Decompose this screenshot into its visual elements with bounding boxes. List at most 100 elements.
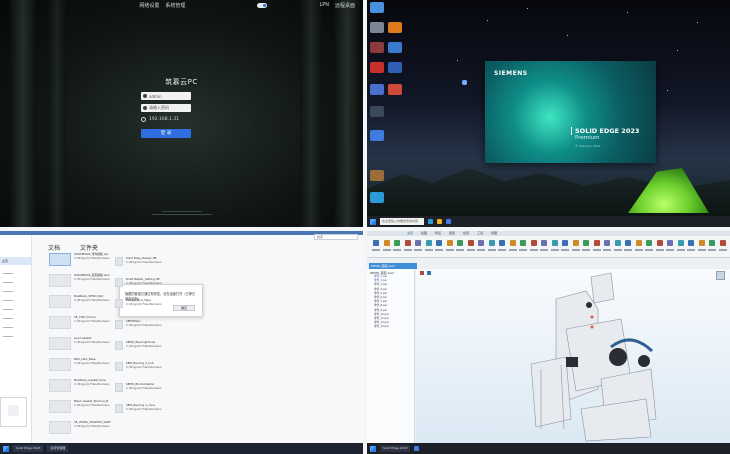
ribbon-button-icon[interactable] bbox=[677, 240, 684, 246]
server-ip-row[interactable]: 192.168.1.31 bbox=[141, 117, 179, 122]
ribbon-button-icon[interactable] bbox=[551, 240, 558, 246]
ribbon-button-icon[interactable] bbox=[457, 240, 463, 246]
file-item[interactable]: SEMO_BlockAdapter C:/Program Files/Siemen… bbox=[115, 382, 162, 392]
taskbar-app-icon[interactable] bbox=[414, 446, 420, 451]
sidebar-item[interactable] bbox=[3, 273, 13, 274]
windows-start-icon[interactable] bbox=[370, 218, 376, 225]
file-item[interactable]: SEMO_BearingHouse C:/Program Files/Siemen… bbox=[115, 340, 162, 350]
ribbon-button-icon[interactable] bbox=[488, 240, 495, 246]
view-tool-icon[interactable] bbox=[420, 271, 424, 275]
ribbon-button-icon[interactable] bbox=[499, 240, 505, 246]
windows-start-icon[interactable] bbox=[370, 445, 376, 452]
ribbon-tab[interactable]: 工具 bbox=[477, 231, 483, 236]
ribbon-button-icon[interactable] bbox=[394, 240, 400, 246]
view-cube-icon[interactable] bbox=[716, 271, 725, 280]
file-item[interactable]: BoxBlank_Gasket_bore C:/Program Files/Sie… bbox=[49, 378, 110, 392]
sidebar-item[interactable] bbox=[3, 336, 13, 337]
taskbar-app[interactable]: Solid Edge 2023 bbox=[380, 445, 411, 452]
ribbon-tab[interactable]: 特征 bbox=[435, 231, 441, 236]
desktop-folder-icon[interactable] bbox=[388, 42, 402, 53]
sidebar-item[interactable] bbox=[3, 300, 13, 301]
dialog-ok-button[interactable]: 确定 bbox=[173, 305, 195, 311]
file-item[interactable]: Blank Gasket_Bordure_B C:/Program Files/S… bbox=[49, 399, 110, 413]
desktop-computer-icon[interactable] bbox=[370, 2, 384, 13]
ribbon-button-icon[interactable] bbox=[541, 240, 547, 246]
windows-start-icon[interactable] bbox=[3, 445, 9, 452]
ribbon-button-icon[interactable] bbox=[709, 240, 715, 246]
ribbon-button-icon[interactable] bbox=[646, 240, 652, 246]
ribbon-button-icon[interactable] bbox=[593, 240, 600, 246]
taskbar-app[interactable]: 资源管理器 bbox=[47, 445, 69, 452]
desktop-autodesk-icon[interactable] bbox=[370, 62, 384, 73]
ribbon-button-icon[interactable] bbox=[373, 240, 379, 246]
desktop-app-icon[interactable] bbox=[370, 42, 384, 53]
desktop-recycle-icon[interactable] bbox=[370, 22, 384, 33]
desktop-settings-icon[interactable] bbox=[370, 106, 384, 117]
ribbon-button-icon[interactable] bbox=[562, 240, 568, 246]
file-item[interactable]: SEM_Bearing 1_cone C:/Program Files/Sieme… bbox=[115, 403, 162, 413]
system-admin-link[interactable]: 系统管理 bbox=[165, 2, 185, 9]
file-item[interactable]: SEM_Bearing 2_hub C:/Program Files/Siemen… bbox=[115, 361, 162, 371]
ribbon-button-icon[interactable] bbox=[698, 240, 705, 246]
ribbon-button-icon[interactable] bbox=[446, 240, 453, 246]
file-item[interactable]: SOLIDEDGE_零件模板.par C:/Program Files/Sieme… bbox=[49, 252, 110, 266]
file-item[interactable]: Flange_Mod_Tiger C:/Program Files/Siemens bbox=[115, 298, 162, 308]
ribbon-button-icon[interactable] bbox=[614, 240, 621, 246]
file-item[interactable]: SOLIDEDGE_装配模板.asm C:/Program Files/Sieme… bbox=[49, 273, 110, 287]
ribbon-button-icon[interactable] bbox=[583, 240, 589, 246]
ribbon-tab[interactable]: 绘图 bbox=[421, 231, 427, 236]
ribbon-button-icon[interactable] bbox=[625, 240, 631, 246]
sidebar-item-home[interactable]: 主页 bbox=[0, 257, 31, 265]
ribbon-button-icon[interactable] bbox=[478, 240, 484, 246]
file-item[interactable]: SEMOMain C:/Program Files/Siemens bbox=[115, 319, 162, 329]
ribbon-button-icon[interactable] bbox=[719, 240, 726, 246]
ribbon-button-icon[interactable] bbox=[404, 240, 411, 246]
desktop-edge-icon[interactable] bbox=[370, 192, 384, 203]
password-field[interactable]: 请输入密码 bbox=[141, 104, 191, 112]
file-item[interactable]: Lead Gasket C:/Program Files/Siemens bbox=[49, 336, 110, 350]
sidebar-item[interactable] bbox=[3, 309, 13, 310]
taskbar-edge-icon[interactable] bbox=[428, 219, 433, 224]
ribbon-button-icon[interactable] bbox=[656, 240, 663, 246]
network-settings-link[interactable]: 网络设置 bbox=[139, 2, 159, 9]
ribbon-button-icon[interactable] bbox=[425, 240, 432, 246]
sidebar-item[interactable] bbox=[3, 327, 13, 328]
search-input[interactable]: 搜索 bbox=[314, 234, 358, 240]
remote-desktop-label[interactable]: 远程桌面 bbox=[335, 2, 355, 9]
ribbon-button-icon[interactable] bbox=[467, 240, 474, 246]
username-field[interactable]: admin bbox=[141, 92, 191, 100]
ribbon-tab[interactable]: 主页 bbox=[407, 231, 413, 236]
desktop-tool-icon[interactable] bbox=[370, 84, 384, 95]
view-tool-icon[interactable] bbox=[427, 271, 431, 275]
ribbon-button-icon[interactable] bbox=[509, 240, 516, 246]
sidebar-item[interactable] bbox=[3, 318, 13, 319]
lpn-label[interactable]: LPN bbox=[319, 2, 329, 8]
ribbon-button-icon[interactable] bbox=[383, 240, 390, 246]
sidebar-item[interactable] bbox=[3, 282, 13, 283]
ribbon-button-icon[interactable] bbox=[688, 240, 694, 246]
taskbar-app[interactable]: Solid Edge 2023 bbox=[13, 445, 44, 452]
file-item[interactable]: SE_TWD_Frame C:/Program Files/Siemens bbox=[49, 315, 110, 329]
desktop-solidedge-icon[interactable] bbox=[388, 62, 402, 73]
tree-item[interactable]: 零件_13.par bbox=[367, 325, 414, 329]
desktop-misc-icon[interactable] bbox=[370, 170, 384, 181]
ribbon-button-icon[interactable] bbox=[436, 240, 442, 246]
sidebar-item[interactable] bbox=[3, 291, 13, 292]
ribbon-tab[interactable]: 视图 bbox=[491, 231, 497, 236]
login-button[interactable]: 登 录 bbox=[141, 129, 191, 138]
desktop-solidworks-icon[interactable] bbox=[370, 130, 384, 141]
desktop-pdf-icon[interactable] bbox=[388, 84, 402, 95]
taskbar-explorer-icon[interactable] bbox=[437, 219, 442, 224]
ribbon-button-icon[interactable] bbox=[415, 240, 421, 246]
ribbon-button-icon[interactable] bbox=[604, 240, 610, 246]
ribbon-button-icon[interactable] bbox=[572, 240, 579, 246]
taskbar-app-icon[interactable] bbox=[446, 219, 451, 224]
mode-toggle[interactable] bbox=[257, 2, 268, 8]
file-item[interactable]: Draft Master_Setting.dft C:/Program Files… bbox=[115, 277, 162, 287]
taskbar-search[interactable]: 在这里输入你要搜索的内容 bbox=[380, 218, 424, 225]
ribbon-tab[interactable]: 装配 bbox=[449, 231, 455, 236]
file-item[interactable]: Solid Edge_Design.dft C:/Program Files/Si… bbox=[115, 256, 162, 266]
ribbon-button-icon[interactable] bbox=[520, 240, 526, 246]
ribbon-button-icon[interactable] bbox=[667, 240, 673, 246]
desktop-vlc-icon[interactable] bbox=[388, 22, 402, 33]
